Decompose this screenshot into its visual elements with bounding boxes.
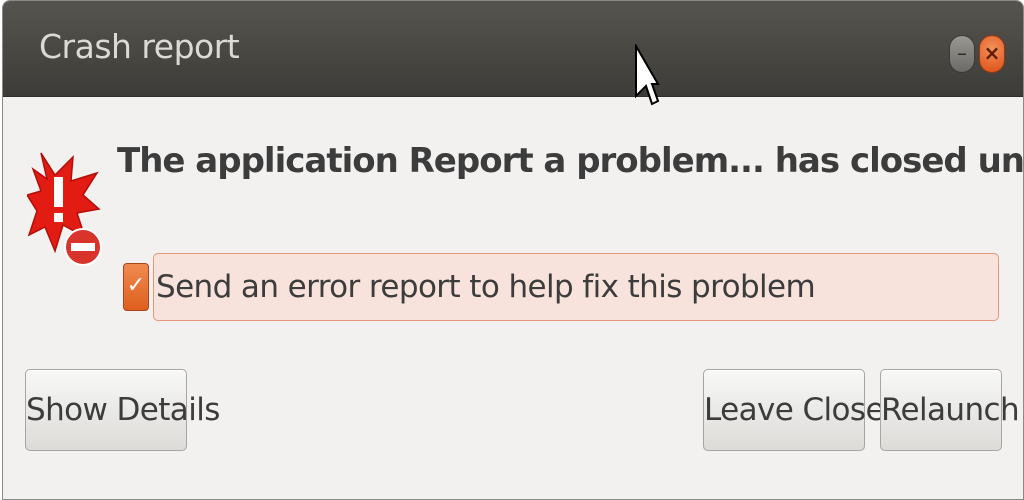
title-bar[interactable]: Crash report – × bbox=[3, 1, 1023, 97]
send-report-checkbox[interactable]: ✓ bbox=[123, 263, 149, 311]
window-title: Crash report bbox=[39, 27, 240, 66]
send-report-label[interactable]: Send an error report to help fix this pr… bbox=[153, 253, 999, 321]
crash-report-dialog: Crash report – × The application Report … bbox=[2, 0, 1024, 500]
mouse-pointer-icon bbox=[635, 44, 660, 106]
leave-closed-button[interactable]: Leave Closed bbox=[703, 369, 904, 451]
crash-message-heading: The application Report a problem... has … bbox=[117, 141, 1024, 181]
show-details-button[interactable]: Show Details bbox=[25, 369, 220, 451]
minimize-icon: – bbox=[957, 41, 967, 65]
checkmark-icon: ✓ bbox=[126, 273, 146, 298]
crash-error-icon bbox=[27, 152, 102, 266]
relaunch-button[interactable]: Relaunch bbox=[880, 369, 1020, 451]
close-button[interactable]: × bbox=[979, 35, 1005, 73]
close-icon: × bbox=[983, 41, 1001, 65]
minimize-button[interactable]: – bbox=[949, 35, 975, 73]
